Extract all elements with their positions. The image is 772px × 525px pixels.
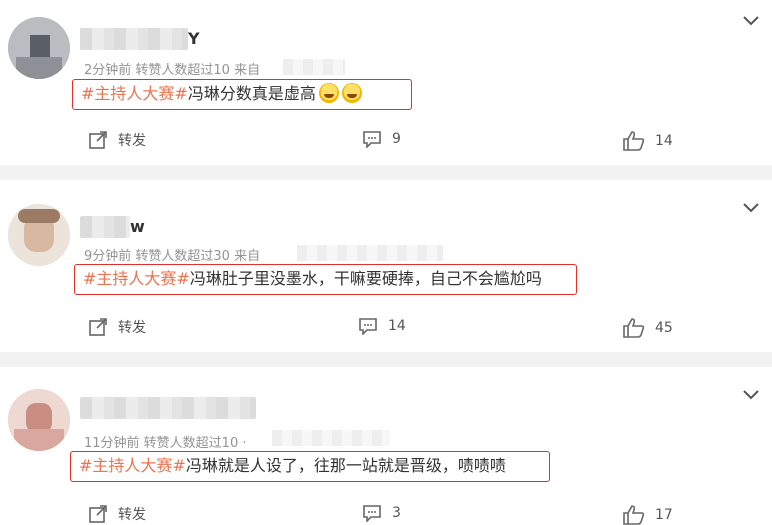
hashtag-link[interactable]: #主持人大赛# (79, 456, 186, 475)
avatar[interactable] (8, 17, 70, 79)
repost-icon (89, 131, 107, 149)
source-blurred[interactable] (272, 430, 390, 446)
chevron-down-icon[interactable] (742, 202, 760, 214)
like-button[interactable]: 14 (623, 131, 673, 151)
avatar[interactable] (8, 389, 70, 451)
laugh-cry-emoji (318, 83, 339, 103)
source-blurred[interactable] (297, 245, 443, 261)
like-button[interactable]: 45 (623, 318, 673, 338)
comment-count: 9 (392, 131, 401, 147)
post-text: 冯琳肚子里没墨水，干嘛要硬捧，自己不会尴尬吗 (189, 269, 542, 288)
like-count: 45 (655, 320, 673, 336)
like-count: 17 (655, 507, 673, 523)
post-meta: 2分钟前 转赞人数超过10 来自 (84, 63, 261, 78)
post-text: 冯琳就是人设了，往那一站就是晋级，啧啧啧 (185, 456, 506, 475)
repost-button[interactable]: 转发 (88, 317, 146, 337)
post-divider (0, 352, 772, 367)
comment-icon (363, 505, 381, 522)
repost-label: 转发 (118, 320, 146, 336)
username-blurred[interactable] (80, 397, 256, 419)
comment-button[interactable]: 9 (362, 130, 401, 148)
comment-button[interactable]: 3 (362, 504, 401, 522)
post-meta: 11分钟前 转赞人数超过10 · (84, 436, 247, 451)
chevron-down-icon[interactable] (742, 389, 760, 401)
username-suffix[interactable]: Y (188, 29, 200, 48)
repost-label: 转发 (118, 133, 146, 149)
repost-icon (89, 318, 107, 336)
post-1: Y 2分钟前 转赞人数超过10 来自 #主持人大赛#冯琳分数真是虚高 转发 9 … (0, 0, 772, 165)
like-button[interactable]: 17 (623, 505, 673, 525)
repost-button[interactable]: 转发 (88, 130, 146, 150)
thumbs-up-icon (623, 318, 645, 338)
post-meta: 9分钟前 转赞人数超过30 来自 (84, 249, 261, 264)
hashtag-link[interactable]: #主持人大赛# (83, 269, 190, 288)
repost-button[interactable]: 转发 (88, 504, 146, 524)
comment-count: 3 (392, 505, 401, 521)
thumbs-up-icon (623, 131, 645, 151)
repost-icon (89, 505, 107, 523)
username-blurred[interactable] (80, 216, 130, 238)
username-blurred[interactable] (80, 28, 188, 50)
avatar[interactable] (8, 204, 70, 266)
like-count: 14 (655, 133, 673, 149)
comment-button[interactable]: 14 (358, 317, 406, 335)
post-content: #主持人大赛#冯琳分数真是虚高 (72, 79, 412, 110)
post-3: 11分钟前 转赞人数超过10 · #主持人大赛#冯琳就是人设了，往那一站就是晋级… (0, 367, 772, 525)
post-content: #主持人大赛#冯琳肚子里没墨水，干嘛要硬捧，自己不会尴尬吗 (74, 264, 577, 295)
thumbs-up-icon (623, 505, 645, 525)
laugh-cry-emoji (341, 83, 362, 103)
post-divider (0, 165, 772, 180)
comment-count: 14 (388, 318, 406, 334)
repost-label: 转发 (118, 507, 146, 523)
post-2: w 9分钟前 转赞人数超过30 来自 #主持人大赛#冯琳肚子里没墨水，干嘛要硬捧… (0, 180, 772, 352)
post-content: #主持人大赛#冯琳就是人设了，往那一站就是晋级，啧啧啧 (70, 451, 550, 482)
chevron-down-icon[interactable] (742, 15, 760, 27)
username-suffix[interactable]: w (130, 217, 145, 236)
comment-icon (363, 131, 381, 148)
hashtag-link[interactable]: #主持人大赛# (81, 84, 188, 103)
comment-icon (359, 318, 377, 335)
source-blurred[interactable] (283, 59, 345, 75)
post-text: 冯琳分数真是虚高 (187, 84, 316, 103)
